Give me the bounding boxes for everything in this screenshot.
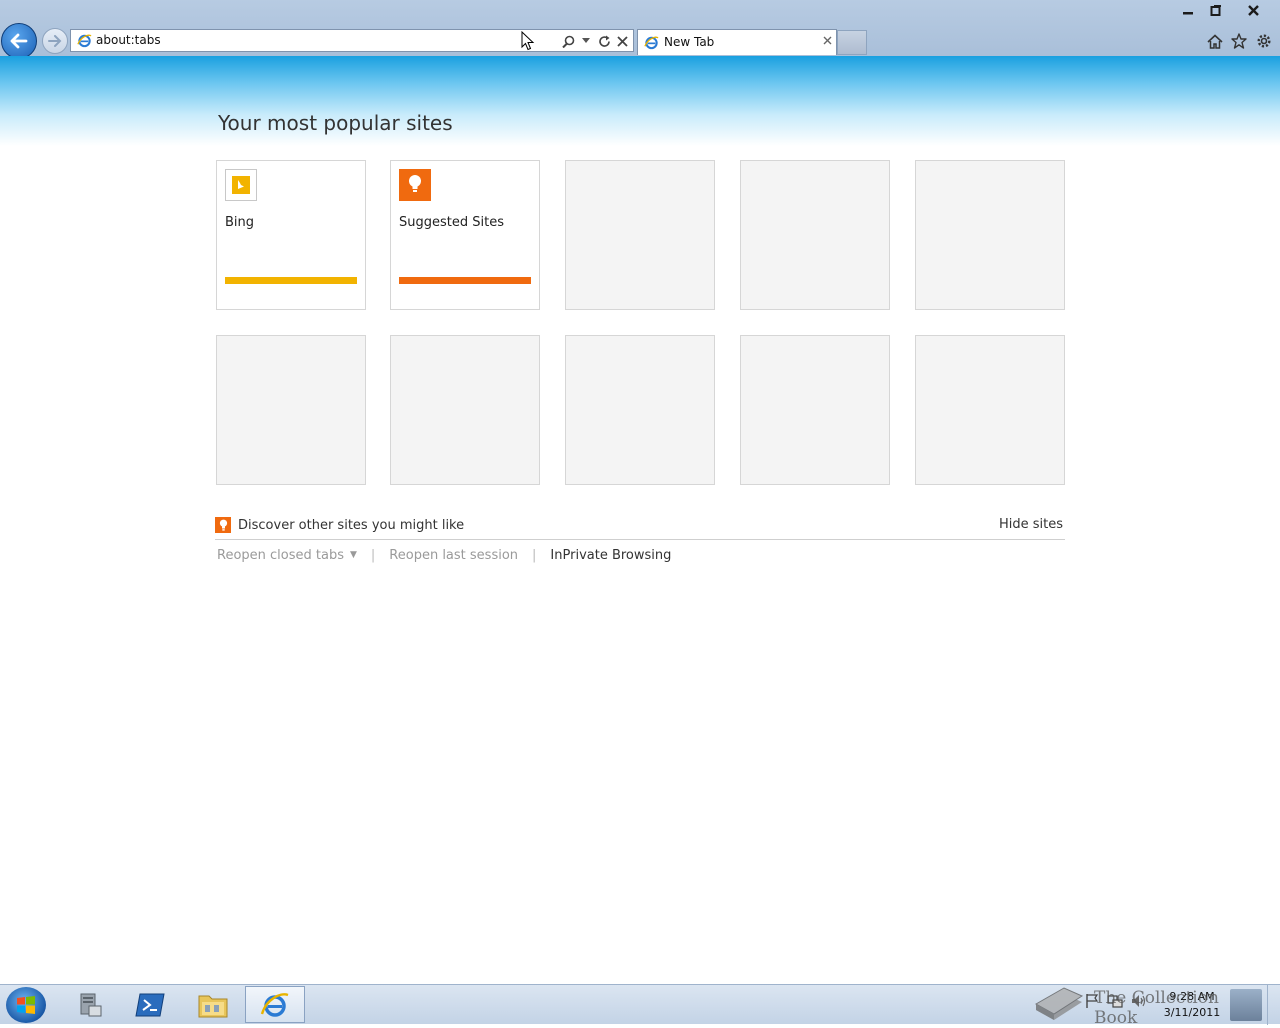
folder-icon — [198, 995, 228, 1017]
lightbulb-icon — [215, 517, 231, 533]
star-icon — [1231, 33, 1247, 49]
taskbar-server-manager[interactable] — [60, 986, 120, 1023]
server-manager-icon — [80, 993, 102, 1016]
empty-site-tile[interactable] — [216, 335, 366, 485]
close-icon — [823, 36, 832, 45]
empty-site-tile[interactable] — [915, 160, 1065, 310]
reopen-closed-tabs-link[interactable]: Reopen closed tabs — [217, 548, 344, 563]
empty-site-tile[interactable] — [740, 335, 890, 485]
discover-text[interactable]: Discover other sites you might like — [238, 518, 464, 533]
empty-site-tile[interactable] — [915, 335, 1065, 485]
back-button[interactable] — [1, 23, 37, 59]
address-text[interactable]: about:tabs — [96, 33, 161, 47]
gear-icon — [1257, 34, 1271, 48]
search-icon[interactable] — [561, 32, 575, 50]
watermark: The Collection Book — [1030, 974, 1262, 1028]
close-icon — [1247, 4, 1259, 16]
taskbar-file-explorer[interactable] — [183, 986, 243, 1023]
restore-icon — [1210, 5, 1221, 16]
ie-favicon-icon — [644, 36, 659, 50]
tab-label: New Tab — [664, 35, 715, 49]
taskbar-powershell[interactable] — [120, 986, 180, 1023]
dropdown-caret-icon[interactable] — [579, 32, 593, 50]
tile-name: Suggested Sites — [399, 215, 504, 230]
lightbulb-icon — [399, 169, 431, 201]
tile-color-bar — [399, 277, 531, 284]
divider — [215, 539, 1065, 540]
empty-site-tile[interactable] — [565, 335, 715, 485]
windows-logo-icon — [17, 996, 35, 1014]
tile-color-bar — [225, 277, 357, 284]
inprivate-browsing-link[interactable]: InPrivate Browsing — [550, 548, 671, 563]
new-tab-button[interactable] — [837, 30, 867, 55]
arrow-right-icon — [48, 35, 62, 47]
stop-icon[interactable] — [615, 32, 629, 50]
separator: | — [532, 547, 537, 563]
empty-site-tile[interactable] — [740, 160, 890, 310]
site-tile-bing[interactable]: Bing — [216, 160, 366, 310]
tab-close-button[interactable] — [823, 34, 832, 48]
refresh-icon[interactable] — [597, 32, 611, 50]
home-button[interactable] — [1205, 32, 1225, 50]
browser-chrome: about:tabs New Tab — [0, 0, 1280, 59]
restore-button[interactable] — [1203, 0, 1229, 20]
mouse-cursor-icon — [521, 31, 535, 51]
start-button[interactable] — [6, 987, 46, 1023]
empty-site-tile[interactable] — [390, 335, 540, 485]
arrow-left-icon — [10, 33, 28, 49]
site-tile-suggested-sites[interactable]: Suggested Sites — [390, 160, 540, 310]
tile-name: Bing — [225, 215, 255, 230]
close-window-button[interactable] — [1240, 0, 1266, 20]
minimize-button[interactable] — [1175, 0, 1201, 20]
internet-explorer-icon — [260, 992, 289, 1017]
tools-button[interactable] — [1254, 32, 1274, 50]
header-gradient-band — [0, 56, 1280, 146]
chevron-down-icon[interactable]: ▼ — [350, 550, 357, 560]
ie-favicon-icon — [77, 34, 92, 48]
page-title: Your most popular sites — [218, 111, 453, 135]
favorites-button[interactable] — [1229, 32, 1249, 50]
show-desktop-button[interactable] — [1267, 985, 1280, 1025]
bing-icon — [225, 169, 257, 201]
bottom-links: Reopen closed tabs ▼ | Reopen last sessi… — [217, 546, 671, 564]
taskbar-internet-explorer[interactable] — [245, 986, 305, 1023]
address-bar[interactable]: about:tabs — [70, 29, 634, 52]
minimize-icon — [1183, 12, 1193, 15]
powershell-icon — [135, 993, 165, 1016]
tab-new-tab[interactable]: New Tab — [637, 29, 837, 55]
empty-site-tile[interactable] — [565, 160, 715, 310]
book-icon — [1034, 987, 1084, 1020]
home-icon — [1207, 33, 1223, 49]
reopen-last-session-link[interactable]: Reopen last session — [389, 548, 518, 563]
address-tools — [561, 32, 629, 50]
hide-sites-link[interactable]: Hide sites — [999, 517, 1063, 532]
watermark-text: The Collection Book — [1094, 988, 1219, 1028]
forward-button[interactable] — [42, 28, 68, 54]
separator: | — [370, 547, 376, 563]
discover-link[interactable]: Discover other sites you might like — [215, 515, 464, 535]
